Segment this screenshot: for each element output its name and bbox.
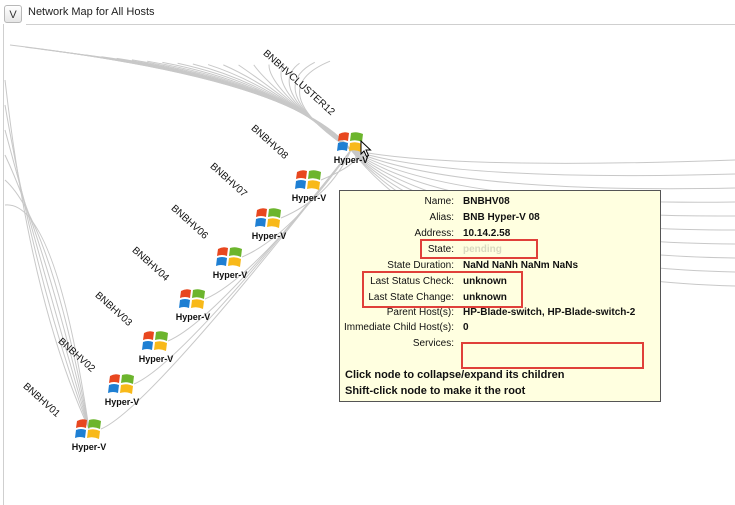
node-label: Hyper-V	[291, 193, 327, 203]
header-divider	[26, 24, 735, 25]
network-map-panel: V Network Map for All Hosts BNBHVCLUSTER…	[0, 0, 735, 505]
network-edge	[4, 204, 90, 430]
tooltip-row-parent-hosts: Parent Host(s): HP-Blade-switch, HP-Blad…	[340, 307, 660, 321]
tooltip-key: State Duration:	[387, 260, 454, 271]
tooltip-key: Alias:	[429, 212, 454, 223]
tooltip-row-name: Name: BNBHV08	[340, 196, 660, 210]
tooltip-key: Parent Host(s):	[386, 307, 454, 318]
tooltip-key: Address:	[414, 228, 454, 239]
node-label: Hyper-V	[212, 270, 248, 280]
host-node-bnbhv03[interactable]: Hyper-V	[170, 285, 216, 322]
tooltip-key: Name:	[424, 196, 454, 207]
tooltip-hint-root: Shift-click node to make it the root	[345, 385, 526, 397]
windows-logo-icon	[108, 374, 134, 394]
node-label: Hyper-V	[138, 354, 174, 364]
map-title: Network Map for All Hosts	[28, 6, 155, 18]
windows-logo-icon	[255, 208, 281, 228]
node-label: Hyper-V	[71, 442, 107, 452]
host-node-bnbhv02[interactable]: Hyper-V	[133, 327, 179, 364]
windows-logo-icon	[75, 419, 101, 439]
tooltip-value: HP-Blade-switch, HP-Blade-switch-2	[463, 307, 636, 318]
node-label: Hyper-V	[104, 397, 140, 407]
network-edge	[4, 104, 90, 430]
tooltip-value: BNB Hyper-V 08	[463, 212, 540, 223]
windows-logo-icon	[142, 331, 168, 351]
host-info-tooltip: Name: BNBHV08 Alias: BNB Hyper-V 08 Addr…	[339, 190, 661, 402]
host-node-bnbhv01[interactable]: Hyper-V	[99, 370, 145, 407]
network-edge	[70, 52, 352, 151]
tooltip-row-child-hosts: Immediate Child Host(s): 0	[340, 322, 660, 336]
windows-logo-icon	[216, 247, 242, 267]
network-edge	[350, 149, 735, 164]
highlight-box-state	[420, 239, 538, 259]
host-node-bnbhv06[interactable]: Hyper-V	[246, 204, 292, 241]
collapse-toggle-button[interactable]: V	[4, 5, 22, 23]
tooltip-value: BNBHV08	[463, 196, 510, 207]
windows-logo-icon	[179, 289, 205, 309]
node-label: Hyper-V	[175, 312, 211, 322]
mouse-pointer-icon	[360, 140, 372, 158]
tooltip-value: 0	[463, 322, 469, 333]
map-header: V Network Map for All Hosts	[0, 0, 735, 26]
tooltip-value: NaNd NaNh NaNm NaNs	[463, 260, 579, 271]
node-label: Hyper-V	[251, 231, 287, 241]
network-edge	[25, 46, 352, 151]
tooltip-row-alias: Alias: BNB Hyper-V 08	[340, 212, 660, 226]
tooltip-key: Services:	[412, 338, 454, 349]
tooltip-key: Immediate Child Host(s):	[343, 322, 454, 333]
highlight-box-status-change	[362, 271, 523, 308]
host-node-bnbhv07[interactable]: Hyper-V	[286, 166, 332, 203]
tooltip-hint-collapse: Click node to collapse/expand its childr…	[345, 369, 565, 381]
host-node-extra[interactable]: Hyper-V	[66, 415, 112, 452]
network-edge	[55, 50, 352, 151]
network-edge	[4, 154, 90, 430]
tooltip-value: 10.14.2.58	[463, 228, 511, 239]
network-edge	[4, 129, 90, 430]
host-node-bnbhv04[interactable]: Hyper-V	[207, 243, 253, 280]
network-edge	[350, 149, 735, 190]
panel-left-border	[3, 24, 4, 505]
highlight-box-services	[461, 342, 644, 369]
windows-logo-icon	[295, 170, 321, 190]
